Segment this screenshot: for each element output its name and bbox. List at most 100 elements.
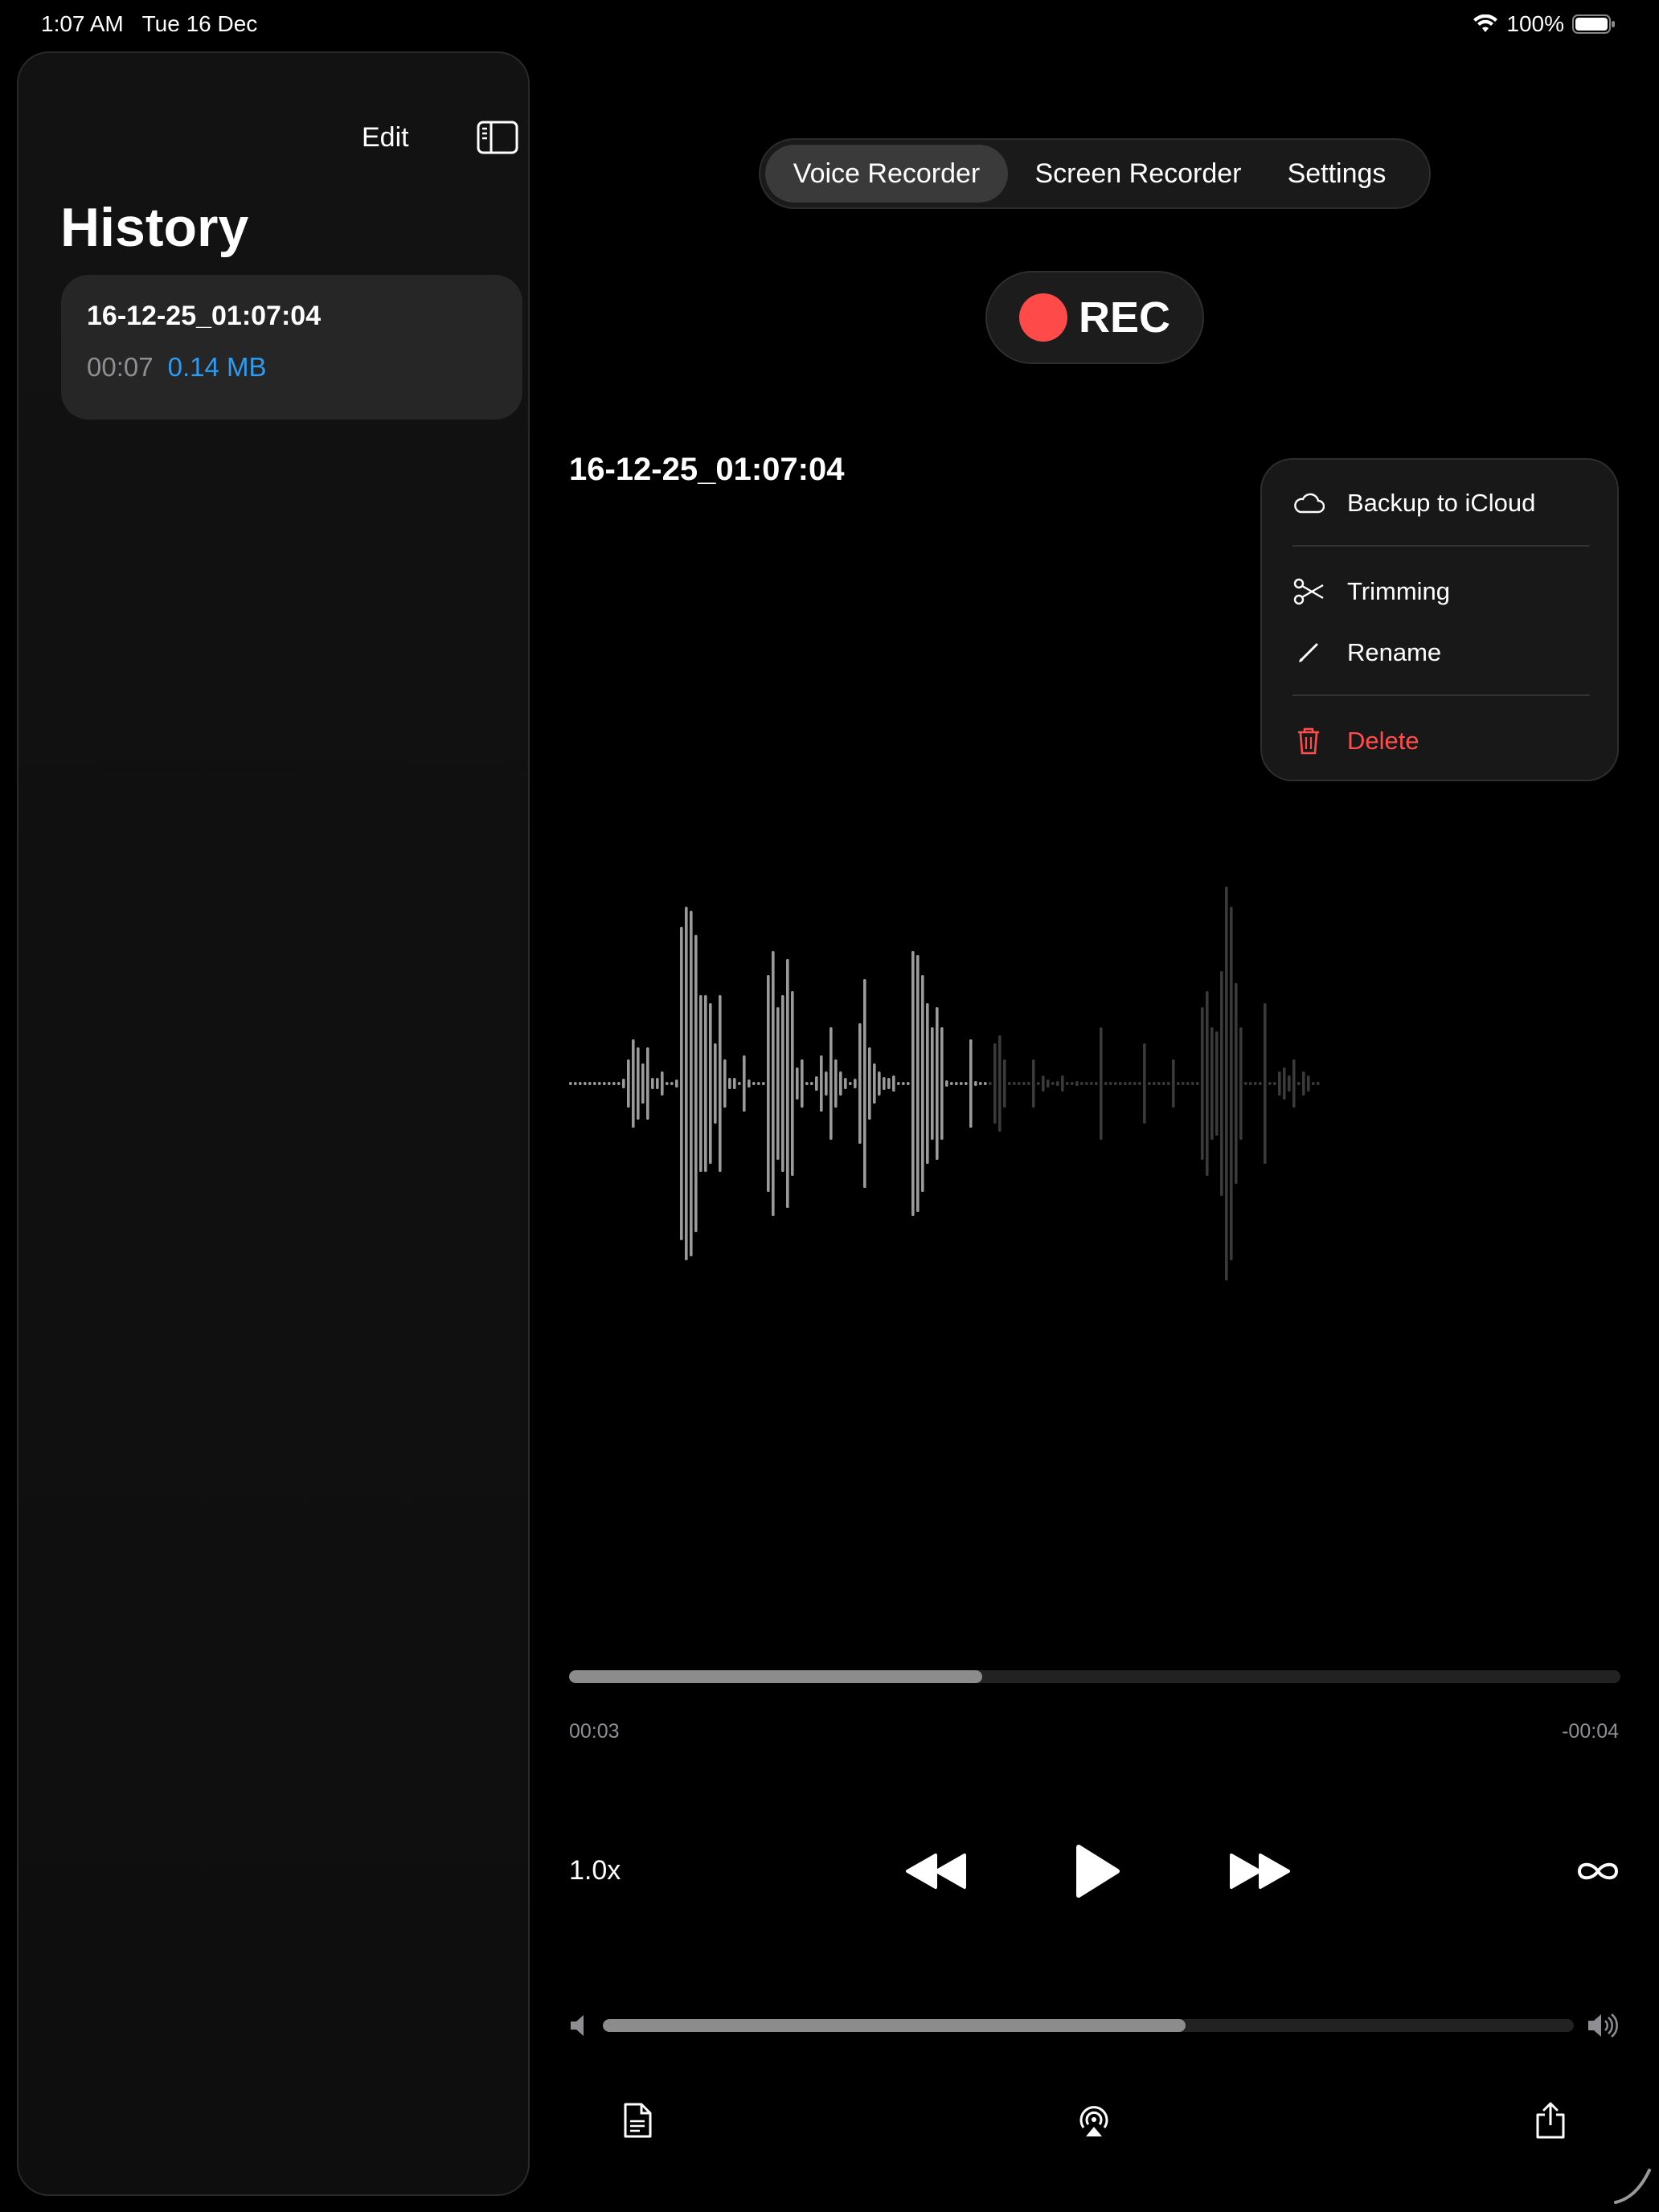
pencil-icon <box>1299 643 1318 662</box>
waveform-bar <box>907 1082 910 1085</box>
waveform-bar <box>1095 1082 1098 1085</box>
waveform-bar <box>598 1082 601 1085</box>
scissors-icon <box>1293 578 1324 605</box>
waveform-bar <box>569 1082 572 1085</box>
waveform-bar <box>714 1043 717 1124</box>
waveform-bar <box>588 1082 592 1085</box>
waveform-bar <box>670 1082 674 1085</box>
transcript-button[interactable] <box>617 2098 657 2143</box>
waveform-bar <box>1143 1043 1146 1124</box>
loop-button[interactable] <box>1575 1854 1620 1889</box>
rewind-button[interactable] <box>905 1847 969 1895</box>
playback-progress-fill <box>569 1670 983 1683</box>
waveform-bar <box>854 1079 857 1088</box>
waveform-bar <box>878 1071 881 1096</box>
menu-item-delete[interactable]: Delete <box>1292 717 1590 765</box>
menu-item-backup-icloud[interactable]: Backup to iCloud <box>1292 479 1590 527</box>
waveform-bar <box>1278 1071 1281 1096</box>
rec-label: REC <box>1078 293 1170 342</box>
waveform-bar <box>1032 1059 1035 1108</box>
waveform-bar <box>868 1047 871 1120</box>
waveform-bar <box>936 1007 939 1160</box>
waveform-bar <box>762 1082 765 1085</box>
time-elapsed: 00:03 <box>569 1720 620 1743</box>
waveform-bar <box>1292 1059 1296 1108</box>
menu-item-trimming[interactable]: Trimming <box>1292 567 1590 616</box>
waveform-bar <box>1249 1082 1252 1085</box>
waveform-bar <box>1075 1081 1079 1086</box>
waveform-bar <box>1119 1082 1122 1085</box>
waveform-bar <box>1148 1082 1151 1085</box>
share-button[interactable] <box>1530 2098 1571 2143</box>
waveform-bar <box>719 995 722 1172</box>
rec-button[interactable]: REC <box>985 271 1204 364</box>
volume-slider[interactable] <box>603 2019 1574 2032</box>
waveform-bar <box>965 1082 968 1085</box>
waveform-bar <box>699 995 703 1172</box>
waveform-bar <box>680 927 683 1240</box>
waveform-bar <box>1162 1082 1165 1085</box>
waveform-bar <box>1206 991 1209 1176</box>
waveform-bar <box>1239 1027 1243 1140</box>
history-item[interactable]: 16-12-25_01:07:04 00:07 0.14 MB <box>61 275 522 420</box>
tab-settings[interactable]: Settings <box>1268 145 1405 203</box>
menu-item-rename[interactable]: Rename <box>1292 629 1590 677</box>
waveform-bar <box>685 907 688 1260</box>
waveform-bar <box>858 1023 862 1144</box>
waveform-bar <box>1085 1082 1088 1085</box>
edit-button[interactable]: Edit <box>362 122 409 154</box>
waveform-bar <box>1071 1082 1074 1085</box>
waveform-bar <box>1215 1031 1219 1136</box>
waveform-bar <box>584 1082 587 1085</box>
waveform-bar <box>666 1082 669 1085</box>
waveform-bar <box>839 1071 842 1096</box>
waveform-bar <box>960 1082 963 1085</box>
waveform-bar <box>1056 1081 1059 1086</box>
waveform-bar <box>656 1078 659 1089</box>
airplay-button[interactable] <box>1074 2098 1114 2143</box>
playback-speed-button[interactable]: 1.0x <box>569 1855 621 1886</box>
waveform-bar <box>1196 1082 1199 1085</box>
waveform-bar <box>796 1067 799 1100</box>
resize-handle-icon[interactable] <box>1612 2165 1653 2206</box>
waveform-bar <box>1201 1007 1204 1160</box>
sidebar-toggle-icon[interactable] <box>477 121 518 154</box>
waveform-bar <box>1317 1082 1320 1085</box>
trash-icon <box>1298 727 1319 755</box>
waveform-bar <box>752 1082 756 1085</box>
waveform-bar <box>1172 1059 1175 1108</box>
waveform-bar <box>998 1035 1002 1132</box>
waveform-bar <box>1273 1082 1276 1085</box>
waveform-bar <box>1153 1082 1156 1085</box>
waveform-bar <box>1186 1082 1190 1085</box>
fast-forward-button[interactable] <box>1227 1847 1291 1895</box>
waveform-bar <box>897 1082 900 1085</box>
waveform-bar <box>612 1082 616 1085</box>
waveform-bar <box>1090 1082 1093 1085</box>
menu-label-delete: Delete <box>1347 727 1419 755</box>
waveform-bar <box>748 1079 751 1088</box>
menu-separator <box>1292 545 1590 547</box>
waveform[interactable] <box>567 756 1622 1463</box>
document-icon <box>624 2103 652 2138</box>
waveform-bar <box>772 951 775 1216</box>
waveform-bar <box>1080 1082 1083 1085</box>
play-button[interactable] <box>1069 1839 1125 1903</box>
waveform-bar <box>863 979 866 1188</box>
playback-progress-slider[interactable] <box>569 1670 1620 1683</box>
waveform-bar <box>781 995 784 1172</box>
waveform-bar <box>1066 1082 1069 1085</box>
volume-fill <box>603 2019 1186 2032</box>
waveform-bar <box>834 1059 838 1108</box>
tab-voice-recorder[interactable]: Voice Recorder <box>765 145 1008 203</box>
waveform-bar <box>1008 1082 1011 1085</box>
share-icon <box>1536 2102 1565 2139</box>
waveform-bar <box>704 995 707 1172</box>
waveform-bar <box>1210 1027 1214 1140</box>
waveform-bar <box>815 1076 818 1091</box>
waveform-bar <box>1312 1082 1315 1085</box>
history-item-name: 16-12-25_01:07:04 <box>87 301 322 331</box>
waveform-bar <box>723 1059 727 1108</box>
waveform-bar <box>945 1080 948 1087</box>
tab-screen-recorder[interactable]: Screen Recorder <box>1008 145 1268 203</box>
